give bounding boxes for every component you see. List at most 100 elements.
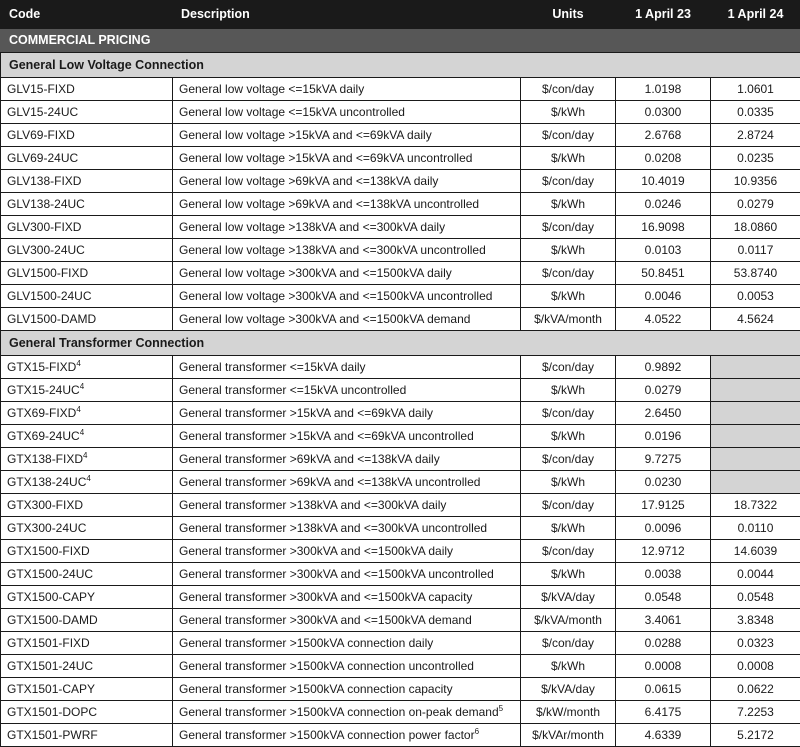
- cell-description: General transformer >15kVA and <=69kVA d…: [173, 402, 521, 425]
- table-row[interactable]: GTX69-24UC4General transformer >15kVA an…: [1, 425, 800, 448]
- cell-units: $/kWh: [521, 563, 616, 586]
- cell-units: $/kWh: [521, 193, 616, 216]
- table-row[interactable]: GTX1501-24UCGeneral transformer >1500kVA…: [1, 655, 800, 678]
- cell-description: General low voltage >69kVA and <=138kVA …: [173, 193, 521, 216]
- cell-price-2023: 0.0246: [616, 193, 711, 216]
- cell-price-2024: 1.0601: [711, 78, 800, 101]
- cell-price-2024: 0.0279: [711, 193, 800, 216]
- column-header-description[interactable]: Description: [173, 1, 521, 29]
- cell-price-2023: 0.0196: [616, 425, 711, 448]
- table-row[interactable]: GTX1501-FIXDGeneral transformer >1500kVA…: [1, 632, 800, 655]
- cell-price-2023: 2.6768: [616, 124, 711, 147]
- footnote-marker: 4: [76, 405, 80, 414]
- cell-price-2023: 17.9125: [616, 494, 711, 517]
- table-body: COMMERCIAL PRICINGGeneral Low Voltage Co…: [1, 29, 800, 747]
- cell-price-2024: 0.0235: [711, 147, 800, 170]
- cell-price-2024: 7.2253: [711, 701, 800, 724]
- footnote-marker: 4: [83, 451, 87, 460]
- cell-code: GTX1500-FIXD: [1, 540, 173, 563]
- cell-code: GLV15-FIXD: [1, 78, 173, 101]
- footnote-marker: 4: [86, 474, 90, 483]
- cell-price-2024-unavailable: [711, 425, 800, 448]
- cell-description: General transformer >1500kVA connection …: [173, 632, 521, 655]
- cell-code: GLV138-24UC: [1, 193, 173, 216]
- table-row[interactable]: GTX138-FIXD4General transformer >69kVA a…: [1, 448, 800, 471]
- table-row[interactable]: GTX300-24UCGeneral transformer >138kVA a…: [1, 517, 800, 540]
- column-header-price-2024[interactable]: 1 April 24: [711, 1, 800, 29]
- cell-code: GTX138-FIXD4: [1, 448, 173, 471]
- cell-units: $/con/day: [521, 78, 616, 101]
- pricing-banner-label: COMMERCIAL PRICING: [1, 29, 800, 53]
- cell-price-2023: 0.0103: [616, 239, 711, 262]
- cell-units: $/con/day: [521, 402, 616, 425]
- table-row[interactable]: GTX15-FIXD4General transformer <=15kVA d…: [1, 356, 800, 379]
- cell-units: $/kW/month: [521, 701, 616, 724]
- table-row[interactable]: GTX1500-CAPYGeneral transformer >300kVA …: [1, 586, 800, 609]
- footnote-marker: 4: [80, 428, 84, 437]
- cell-price-2024: 3.8348: [711, 609, 800, 632]
- table-row[interactable]: GTX15-24UC4General transformer <=15kVA u…: [1, 379, 800, 402]
- column-header-code[interactable]: Code: [1, 1, 173, 29]
- table-row[interactable]: GTX300-FIXDGeneral transformer >138kVA a…: [1, 494, 800, 517]
- cell-price-2024: 0.0335: [711, 101, 800, 124]
- cell-units: $/kWh: [521, 285, 616, 308]
- cell-price-2024: 0.0044: [711, 563, 800, 586]
- cell-code: GLV138-FIXD: [1, 170, 173, 193]
- table-row[interactable]: GLV300-FIXDGeneral low voltage >138kVA a…: [1, 216, 800, 239]
- cell-units: $/kWh: [521, 425, 616, 448]
- cell-units: $/kWh: [521, 379, 616, 402]
- table-row[interactable]: GLV69-FIXDGeneral low voltage >15kVA and…: [1, 124, 800, 147]
- table-row[interactable]: GLV15-FIXDGeneral low voltage <=15kVA da…: [1, 78, 800, 101]
- cell-units: $/con/day: [521, 448, 616, 471]
- cell-code: GTX1501-DOPC: [1, 701, 173, 724]
- cell-price-2023: 0.0008: [616, 655, 711, 678]
- table-row[interactable]: GLV1500-24UCGeneral low voltage >300kVA …: [1, 285, 800, 308]
- cell-code: GTX15-24UC4: [1, 379, 173, 402]
- cell-units: $/con/day: [521, 124, 616, 147]
- table-row[interactable]: GLV15-24UCGeneral low voltage <=15kVA un…: [1, 101, 800, 124]
- cell-units: $/kVA/month: [521, 308, 616, 331]
- table-row[interactable]: GTX1501-PWRFGeneral transformer >1500kVA…: [1, 724, 800, 747]
- cell-description: General transformer >138kVA and <=300kVA…: [173, 494, 521, 517]
- cell-units: $/kVA/day: [521, 586, 616, 609]
- cell-description: General transformer >300kVA and <=1500kV…: [173, 586, 521, 609]
- cell-price-2024: 0.0008: [711, 655, 800, 678]
- cell-price-2023: 4.6339: [616, 724, 711, 747]
- cell-units: $/kWh: [521, 471, 616, 494]
- table-row[interactable]: GLV69-24UCGeneral low voltage >15kVA and…: [1, 147, 800, 170]
- table-row[interactable]: GTX1501-DOPCGeneral transformer >1500kVA…: [1, 701, 800, 724]
- cell-description: General low voltage >138kVA and <=300kVA…: [173, 239, 521, 262]
- cell-price-2023: 0.0208: [616, 147, 711, 170]
- table-row[interactable]: GLV300-24UCGeneral low voltage >138kVA a…: [1, 239, 800, 262]
- cell-price-2024: 18.0860: [711, 216, 800, 239]
- table-row[interactable]: GLV138-FIXDGeneral low voltage >69kVA an…: [1, 170, 800, 193]
- cell-price-2023: 4.0522: [616, 308, 711, 331]
- table-header: Code Description Units 1 April 23 1 Apri…: [1, 1, 800, 29]
- section-header-row: General Low Voltage Connection: [1, 53, 800, 78]
- table-row[interactable]: GLV138-24UCGeneral low voltage >69kVA an…: [1, 193, 800, 216]
- column-header-price-2023[interactable]: 1 April 23: [616, 1, 711, 29]
- cell-price-2023: 0.0230: [616, 471, 711, 494]
- cell-code: GTX1501-CAPY: [1, 678, 173, 701]
- cell-units: $/con/day: [521, 170, 616, 193]
- footnote-marker: 5: [499, 704, 503, 713]
- cell-price-2023: 16.9098: [616, 216, 711, 239]
- table-row[interactable]: GTX138-24UC4General transformer >69kVA a…: [1, 471, 800, 494]
- table-row[interactable]: GLV1500-FIXDGeneral low voltage >300kVA …: [1, 262, 800, 285]
- cell-description: General low voltage >300kVA and <=1500kV…: [173, 262, 521, 285]
- cell-code: GTX1501-24UC: [1, 655, 173, 678]
- cell-price-2024: 2.8724: [711, 124, 800, 147]
- table-row[interactable]: GTX1500-DAMDGeneral transformer >300kVA …: [1, 609, 800, 632]
- cell-description: General low voltage >138kVA and <=300kVA…: [173, 216, 521, 239]
- column-header-units[interactable]: Units: [521, 1, 616, 29]
- table-row[interactable]: GLV1500-DAMDGeneral low voltage >300kVA …: [1, 308, 800, 331]
- table-row[interactable]: GTX1500-24UCGeneral transformer >300kVA …: [1, 563, 800, 586]
- table-row[interactable]: GTX1500-FIXDGeneral transformer >300kVA …: [1, 540, 800, 563]
- cell-units: $/kWh: [521, 101, 616, 124]
- cell-price-2023: 6.4175: [616, 701, 711, 724]
- table-row[interactable]: GTX69-FIXD4General transformer >15kVA an…: [1, 402, 800, 425]
- table-row[interactable]: GTX1501-CAPYGeneral transformer >1500kVA…: [1, 678, 800, 701]
- cell-description: General low voltage >15kVA and <=69kVA d…: [173, 124, 521, 147]
- cell-description: General transformer >1500kVA connection …: [173, 678, 521, 701]
- section-header-label: General Transformer Connection: [1, 331, 800, 356]
